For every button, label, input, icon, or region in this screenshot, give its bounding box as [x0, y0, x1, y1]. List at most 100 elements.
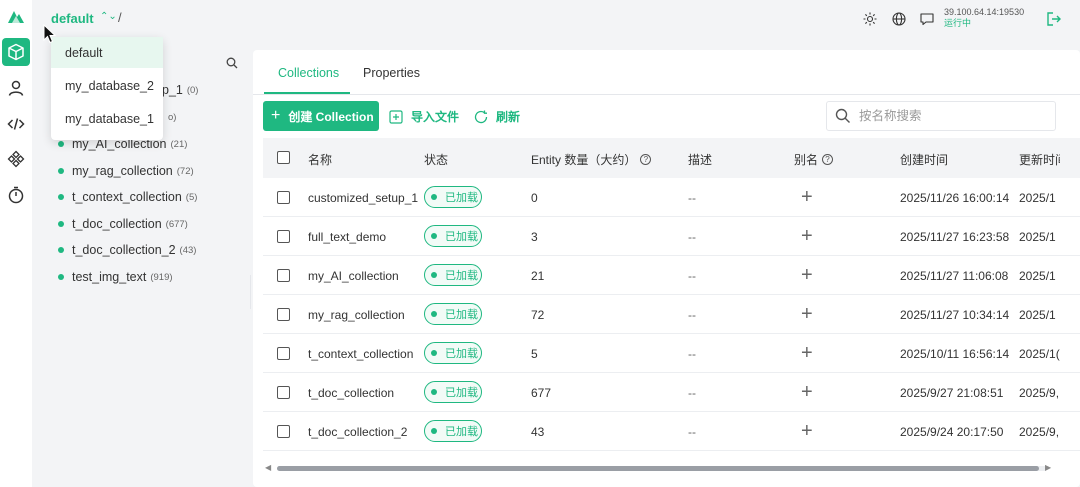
scroll-left-icon[interactable]: ◀: [265, 463, 271, 472]
table-row[interactable]: my_AI_collection 已加载 21 -- +2025/11/27 11:06…: [263, 256, 1080, 295]
collection-search[interactable]: [826, 101, 1056, 131]
header-name[interactable]: 名称: [308, 151, 332, 168]
collection-name-link[interactable]: full_text_demo: [308, 230, 386, 244]
sidebar-collection-count: (677): [165, 218, 188, 230]
help-icon[interactable]: ?: [640, 154, 652, 165]
code-icon: [7, 118, 25, 130]
table-row[interactable]: my_rag_collection 已加载 72 -- +2025/11/27 10:3…: [263, 295, 1080, 334]
table-header: 名称 状态 Entity 数量（大约）? 描述 别名? 创建时间 更新时间: [263, 138, 1080, 178]
scroll-right-icon[interactable]: ▶: [1045, 463, 1051, 472]
tab-properties[interactable]: Properties: [363, 66, 420, 80]
nav-users-button[interactable]: [2, 74, 30, 102]
database-option-my-database-2[interactable]: my_database_2: [51, 70, 163, 101]
entity-count: 677: [531, 386, 552, 400]
sidebar-collection-count: (919): [150, 271, 173, 283]
nav-collections-button[interactable]: [2, 38, 30, 66]
status-dot: [431, 428, 437, 434]
sidebar-collection-item[interactable]: test_img_text (919): [58, 267, 173, 287]
sidebar-collection-count: (72): [176, 165, 194, 177]
updated-time: 2025/1: [1019, 269, 1056, 283]
nav-code-button[interactable]: [2, 110, 30, 138]
header-updated[interactable]: 更新时间: [1019, 151, 1060, 168]
add-alias-icon[interactable]: +: [801, 342, 813, 365]
header-status[interactable]: 状态: [424, 151, 448, 168]
create-collection-button[interactable]: + 创建 Collection: [263, 101, 379, 131]
search-input[interactable]: [859, 109, 1039, 123]
refresh-label: 刷新: [496, 110, 521, 124]
collection-name-link[interactable]: t_context_collection: [308, 347, 413, 361]
sidebar-collection-item[interactable]: my_rag_collection (72): [58, 161, 194, 181]
help-icon[interactable]: ?: [822, 154, 834, 165]
nav-timer-button[interactable]: [2, 181, 30, 209]
sidebar-collection-item[interactable]: t_doc_collection_2 (43): [58, 240, 196, 260]
database-option-my-database-1[interactable]: my_database_1: [51, 103, 163, 134]
feedback-chat-icon[interactable]: [920, 12, 934, 26]
refresh-button[interactable]: 刷新: [474, 108, 520, 125]
status-badge: 已加载: [424, 186, 482, 208]
updated-time: 2025/9,: [1019, 425, 1060, 439]
row-checkbox[interactable]: [277, 308, 290, 321]
import-file-button[interactable]: 导入文件: [389, 108, 459, 125]
sidebar-search-icon[interactable]: [226, 57, 238, 69]
add-alias-icon[interactable]: +: [801, 420, 813, 443]
header-created[interactable]: 创建时间: [900, 151, 948, 168]
add-alias-icon[interactable]: +: [801, 225, 813, 248]
sidebar-collection-count: (43): [179, 244, 197, 256]
nav-plugins-button[interactable]: [2, 145, 30, 173]
database-selector[interactable]: default: [51, 11, 94, 26]
plus-icon: +: [271, 107, 281, 124]
status-dot: [431, 272, 437, 278]
add-alias-icon[interactable]: +: [801, 381, 813, 404]
row-checkbox[interactable]: [277, 386, 290, 399]
row-checkbox[interactable]: [277, 425, 290, 438]
select-all-checkbox[interactable]: [277, 151, 290, 164]
horizontal-scrollbar[interactable]: ◀ ▶: [263, 462, 1063, 474]
sidebar-collection-item[interactable]: t_context_collection (5): [58, 187, 197, 207]
main-panel: Collections Properties + 创建 Collection 导…: [253, 50, 1080, 487]
theme-sun-icon[interactable]: [863, 12, 877, 26]
status-dot: [431, 350, 437, 356]
loaded-status-dot: [58, 141, 64, 147]
status-text: 已加载: [445, 426, 478, 438]
entity-count: 3: [531, 230, 538, 244]
sidebar-collection-item[interactable]: p_1 (0): [162, 80, 198, 100]
table-row[interactable]: full_text_demo 已加载 3 -- +2025/11/27 16:23:58…: [263, 217, 1080, 256]
row-checkbox[interactable]: [277, 230, 290, 243]
table-row[interactable]: customized_setup_1 已加载 0 -- +2025/11/26 16:0…: [263, 178, 1080, 217]
row-checkbox[interactable]: [277, 347, 290, 360]
scrollbar-thumb[interactable]: [277, 466, 1039, 471]
stopwatch-icon: [8, 186, 24, 204]
status-badge: 已加载: [424, 342, 482, 364]
row-checkbox[interactable]: [277, 191, 290, 204]
add-alias-icon[interactable]: +: [801, 303, 813, 326]
add-alias-icon[interactable]: +: [801, 264, 813, 287]
entity-count: 0: [531, 191, 538, 205]
database-option-default[interactable]: default: [51, 37, 163, 68]
loaded-status-dot: [58, 194, 64, 200]
table-row[interactable]: t_doc_collection 已加载 677 -- +2025/9/27 21:08…: [263, 373, 1080, 412]
collection-name-link[interactable]: my_rag_collection: [308, 308, 405, 322]
table-row[interactable]: t_context_collection 已加载 5 -- +2025/10/11 16…: [263, 334, 1080, 373]
collection-name-link[interactable]: t_doc_collection: [308, 386, 394, 400]
collection-name-link[interactable]: t_doc_collection_2: [308, 425, 407, 439]
milvus-logo-icon[interactable]: [6, 8, 26, 26]
logout-icon[interactable]: [1046, 11, 1062, 27]
language-globe-icon[interactable]: [892, 12, 906, 26]
status-badge: 已加载: [424, 303, 482, 325]
sidebar-resizer[interactable]: [250, 275, 251, 309]
created-time: 2025/11/27 10:34:14: [900, 308, 1010, 322]
header-entity-count[interactable]: Entity 数量（大约）?: [531, 151, 652, 168]
collection-name-link[interactable]: customized_setup_1: [308, 191, 418, 205]
row-checkbox[interactable]: [277, 269, 290, 282]
table-row[interactable]: t_doc_collection_2 已加载 43 -- +2025/9/24 20:1…: [263, 412, 1080, 451]
sidebar-collection-item[interactable]: t_doc_collection (677): [58, 214, 188, 234]
sidebar-collection-count: (21): [170, 138, 188, 150]
sidebar-collection-count: (5): [185, 191, 198, 203]
add-alias-icon[interactable]: +: [801, 186, 813, 209]
updated-time: 2025/9,: [1019, 386, 1060, 400]
collection-name-link[interactable]: my_AI_collection: [308, 269, 399, 283]
status-text: 已加载: [445, 270, 478, 282]
tab-collections[interactable]: Collections: [278, 66, 339, 80]
server-address: 39.100.64.14:19530: [944, 7, 1025, 17]
chevron-updown-icon[interactable]: ⌃⌄: [100, 11, 117, 22]
